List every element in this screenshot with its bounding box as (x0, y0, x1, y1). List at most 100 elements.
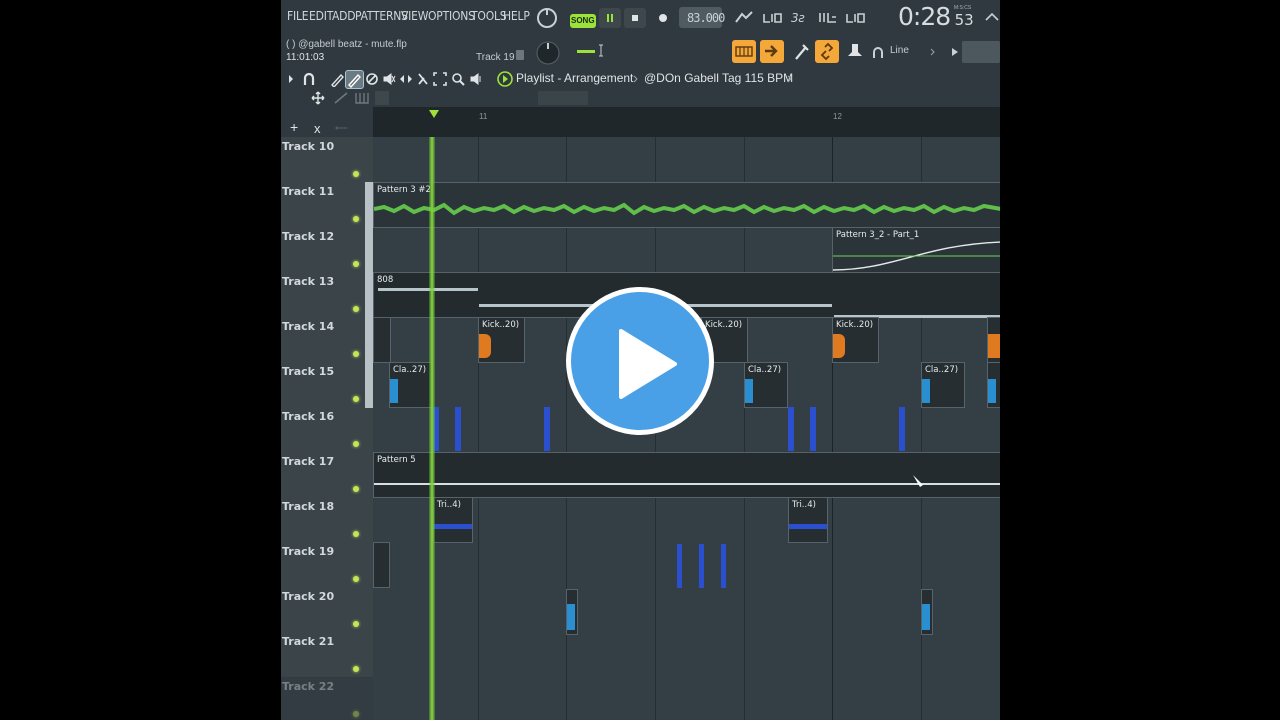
countdown-icon[interactable]: 3ƨ (789, 8, 811, 28)
audio-clip-clap[interactable] (987, 362, 1000, 408)
zoom-tool-icon[interactable] (451, 72, 465, 86)
audio-clip-kick[interactable]: Kick..20) (832, 317, 879, 363)
track-enable-led[interactable] (353, 576, 359, 582)
menu-add[interactable]: ADD (332, 9, 356, 23)
pattern-clip-5[interactable]: Pattern 5 (373, 452, 1000, 498)
hat-clip[interactable] (899, 407, 905, 451)
track-lane[interactable] (373, 542, 1000, 588)
current-pattern-name[interactable]: @DOn Gabell Tag 115 BPM (644, 71, 793, 85)
track-header[interactable]: Track 19 (281, 542, 373, 588)
track-header[interactable]: Track 22 (281, 677, 373, 720)
pencil-tool-icon[interactable] (330, 71, 344, 87)
nav-left-icon[interactable]: ⟵ (335, 123, 348, 134)
track-header[interactable]: Track 17 (281, 452, 373, 498)
clip-selection-edge[interactable] (365, 182, 373, 408)
mute-tool-icon[interactable] (382, 72, 396, 86)
chevron-up-icon[interactable] (984, 10, 1000, 24)
timeline-ruler[interactable]: 11 12 (373, 107, 1000, 137)
track-enable-led[interactable] (353, 171, 359, 177)
delete-tool-icon[interactable] (365, 72, 379, 86)
track-lane[interactable] (373, 632, 1000, 678)
move-icon[interactable] (310, 91, 326, 105)
playlist-menu-arrow-icon[interactable] (287, 73, 295, 85)
menu-options[interactable]: OPTIONS (428, 9, 475, 23)
menu-help[interactable]: HELP (503, 9, 530, 23)
automation-clip[interactable]: Pattern 3_2 - Part_1 (832, 227, 1000, 273)
tempo-display[interactable]: 83.000 (679, 7, 725, 28)
record-button[interactable] (651, 8, 673, 28)
slice-tool-icon[interactable] (416, 72, 430, 86)
magnet-snap-icon[interactable] (302, 71, 316, 87)
grid-icon[interactable] (375, 91, 389, 105)
metronome-icon[interactable] (733, 8, 755, 28)
step-edit-icon[interactable] (817, 8, 839, 28)
horizontal-scrollbar[interactable] (538, 91, 588, 105)
track-header[interactable]: Track 14 (281, 317, 373, 363)
track-enable-led[interactable] (353, 306, 359, 312)
audio-clip-clap[interactable]: Cla..27) (744, 362, 788, 408)
playhead-line[interactable] (429, 137, 435, 720)
track-lane[interactable] (373, 677, 1000, 720)
audio-clip-kick[interactable] (373, 317, 391, 363)
hat-clip[interactable] (677, 544, 682, 588)
track-enable-led[interactable] (353, 216, 359, 222)
hat-clip[interactable] (721, 544, 726, 588)
stamp-icon[interactable] (844, 40, 866, 64)
paint-tool-button[interactable] (345, 70, 364, 89)
playback-tool-icon[interactable] (469, 72, 483, 86)
audio-clip-kick[interactable]: Kick..20) (478, 317, 525, 363)
blend-notes-icon[interactable] (844, 8, 866, 28)
menu-view[interactable]: VIEW (401, 9, 428, 23)
hat-clip[interactable] (544, 407, 550, 451)
track-header[interactable]: Track 18 (281, 497, 373, 543)
pause-button[interactable] (599, 8, 621, 28)
track-header[interactable]: Track 10 (281, 137, 373, 183)
track-enable-led[interactable] (353, 711, 359, 717)
play-small-icon[interactable] (951, 47, 959, 57)
plugin-icon[interactable] (791, 41, 811, 63)
select-tool-icon[interactable] (433, 72, 447, 86)
track-header[interactable]: Track 11 (281, 182, 373, 228)
audio-clip[interactable] (921, 589, 933, 635)
audio-clip-clap[interactable]: Cla..27) (921, 362, 965, 408)
hat-clip[interactable] (810, 407, 816, 451)
track-header[interactable]: Track 13 (281, 272, 373, 318)
group-icon[interactable] (354, 91, 370, 105)
audio-clip-tri[interactable]: Tri..4) (433, 497, 473, 543)
track-enable-led[interactable] (353, 486, 359, 492)
audio-clip-kick[interactable] (987, 317, 1000, 363)
link-button[interactable] (815, 40, 839, 63)
menu-file[interactable]: FILE (287, 9, 309, 23)
wait-input-icon[interactable] (761, 8, 783, 28)
resize-icon[interactable] (333, 91, 349, 105)
magnet-icon[interactable] (871, 46, 885, 60)
pitch-slider[interactable] (577, 50, 595, 53)
track-enable-led[interactable] (353, 351, 359, 357)
menu-patterns[interactable]: PATTERNS (355, 9, 408, 23)
audio-clip[interactable]: Pattern 3 #2 (373, 182, 1000, 228)
audio-clip[interactable] (566, 589, 578, 635)
track-enable-led[interactable] (353, 261, 359, 267)
piano-roll-button[interactable] (732, 40, 756, 63)
snap-mode-select[interactable]: Line (890, 45, 909, 56)
track-header[interactable]: Track 16 (281, 407, 373, 453)
pitch-knob-icon[interactable] (534, 39, 562, 67)
track-header[interactable]: Track 21 (281, 632, 373, 678)
hat-clip[interactable] (788, 407, 794, 451)
song-mode-toggle[interactable]: SONG (570, 14, 596, 28)
track-enable-led[interactable] (353, 531, 359, 537)
arrow-button[interactable] (760, 40, 784, 63)
track-enable-led[interactable] (353, 666, 359, 672)
audio-clip[interactable] (373, 542, 390, 588)
add-track-icon[interactable]: + (290, 119, 298, 135)
time-display[interactable]: 0:28 53 M:S:CS (898, 2, 974, 31)
menu-edit[interactable]: EDIT (309, 9, 333, 23)
track-lane[interactable] (373, 137, 1000, 183)
slip-tool-icon[interactable] (399, 72, 413, 86)
track-enable-led[interactable] (353, 621, 359, 627)
track-enable-led[interactable] (353, 396, 359, 402)
audio-clip-clap[interactable]: Cla..27) (389, 362, 433, 408)
track-lane[interactable] (373, 587, 1000, 633)
track-enable-led[interactable] (353, 441, 359, 447)
playhead-marker-icon[interactable] (428, 109, 440, 119)
